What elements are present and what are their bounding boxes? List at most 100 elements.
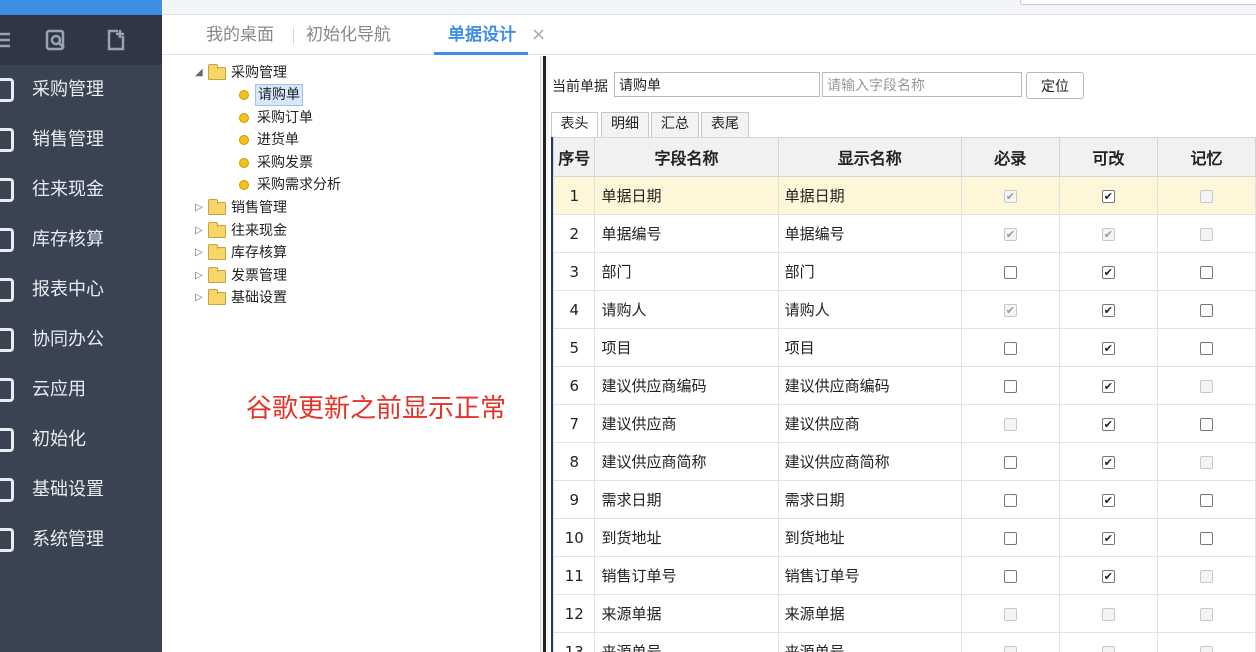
table-row[interactable]: 7 建议供应商 建议供应商 ✔: [553, 404, 1256, 443]
required-checkbox[interactable]: [1003, 341, 1017, 355]
editable-checkbox[interactable]: ✔: [1101, 379, 1115, 393]
editable-checkbox[interactable]: ✔: [1101, 531, 1115, 545]
editable-checkbox[interactable]: ✔: [1101, 303, 1115, 317]
field-name-cell[interactable]: 单据编号: [594, 214, 779, 253]
display-name-cell[interactable]: 请购人: [777, 290, 962, 329]
sidebar-item[interactable]: 报表中心: [0, 267, 162, 313]
required-checkbox[interactable]: [1003, 531, 1017, 545]
editable-checkbox[interactable]: ✔: [1101, 189, 1115, 203]
tab-desktop[interactable]: 我的桌面: [206, 15, 274, 55]
field-name-search-input[interactable]: [822, 72, 1022, 97]
table-row[interactable]: 2 单据编号 单据编号 ✔ ✔: [553, 214, 1256, 253]
required-checkbox[interactable]: [1003, 379, 1017, 393]
table-row[interactable]: 13 来源单号 来源单号: [553, 632, 1256, 652]
sidebar-item[interactable]: 协同办公: [0, 317, 162, 363]
search-doc-icon[interactable]: [44, 28, 68, 52]
display-name-cell[interactable]: 项目: [777, 328, 962, 367]
field-name-cell[interactable]: 需求日期: [594, 480, 779, 519]
field-name-cell[interactable]: 建议供应商: [594, 404, 779, 443]
field-name-cell[interactable]: 项目: [594, 328, 779, 367]
display-name-cell[interactable]: 建议供应商编码: [777, 366, 962, 405]
menu-icon[interactable]: [0, 28, 14, 52]
required-checkbox[interactable]: [1003, 265, 1017, 279]
col-header-editable[interactable]: 可改: [1058, 137, 1158, 177]
field-name-cell[interactable]: 部门: [594, 252, 779, 291]
collapsed-arrow-icon[interactable]: ▷: [195, 220, 205, 242]
field-name-cell[interactable]: 建议供应商编码: [594, 366, 779, 405]
subtab-header[interactable]: 表头: [551, 112, 598, 138]
col-header-display-name[interactable]: 显示名称: [777, 137, 962, 177]
tab-document-design[interactable]: 单据设计: [434, 15, 528, 55]
panel-splitter[interactable]: [540, 56, 549, 652]
required-checkbox[interactable]: [1003, 493, 1017, 507]
sidebar-item[interactable]: 云应用: [0, 367, 162, 413]
display-name-cell[interactable]: 建议供应商: [777, 404, 962, 443]
top-search-box[interactable]: [1020, 0, 1256, 5]
sidebar-item[interactable]: 基础设置: [0, 467, 162, 513]
editable-checkbox[interactable]: ✔: [1101, 265, 1115, 279]
col-header-required[interactable]: 必录: [960, 137, 1060, 177]
table-row[interactable]: 11 销售订单号 销售订单号 ✔: [553, 556, 1256, 595]
table-row[interactable]: 3 部门 部门 ✔: [553, 252, 1256, 291]
expand-arrow-icon[interactable]: ◢: [195, 62, 205, 84]
sidebar-item[interactable]: 采购管理: [0, 67, 162, 113]
collapsed-arrow-icon[interactable]: ▷: [195, 287, 205, 309]
field-name-cell[interactable]: 建议供应商简称: [594, 442, 779, 481]
table-row[interactable]: 5 项目 项目 ✔: [553, 328, 1256, 367]
display-name-cell[interactable]: 到货地址: [777, 518, 962, 557]
col-header-memory[interactable]: 记忆: [1156, 137, 1256, 177]
display-name-cell[interactable]: 单据编号: [777, 214, 962, 253]
field-name-cell[interactable]: 来源单号: [594, 632, 779, 652]
display-name-cell[interactable]: 建议供应商简称: [777, 442, 962, 481]
editable-checkbox[interactable]: ✔: [1101, 493, 1115, 507]
sidebar-item[interactable]: 库存核算: [0, 217, 162, 263]
tab-init-nav[interactable]: 初始化导航: [306, 15, 391, 55]
memory-checkbox[interactable]: [1199, 265, 1213, 279]
subtab-footer[interactable]: 表尾: [701, 112, 749, 137]
memory-checkbox[interactable]: [1199, 493, 1213, 507]
add-doc-icon[interactable]: [104, 28, 128, 52]
field-name-cell[interactable]: 销售订单号: [594, 556, 779, 595]
collapsed-arrow-icon[interactable]: ▷: [195, 242, 205, 264]
display-name-cell[interactable]: 来源单据: [777, 594, 962, 633]
sidebar-item[interactable]: 销售管理: [0, 117, 162, 163]
current-document-input[interactable]: [614, 72, 820, 97]
subtab-detail[interactable]: 明细: [601, 112, 649, 137]
editable-checkbox[interactable]: ✔: [1101, 569, 1115, 583]
table-row[interactable]: 10 到货地址 到货地址 ✔: [553, 518, 1256, 557]
display-name-cell[interactable]: 来源单号: [777, 632, 962, 652]
display-name-cell[interactable]: 销售订单号: [777, 556, 962, 595]
editable-checkbox[interactable]: ✔: [1101, 455, 1115, 469]
collapsed-arrow-icon[interactable]: ▷: [195, 265, 205, 287]
field-name-cell[interactable]: 单据日期: [594, 176, 779, 215]
required-checkbox[interactable]: [1003, 569, 1017, 583]
memory-checkbox[interactable]: [1199, 341, 1213, 355]
editable-checkbox[interactable]: ✔: [1101, 417, 1115, 431]
display-name-cell[interactable]: 需求日期: [777, 480, 962, 519]
memory-checkbox[interactable]: [1199, 303, 1213, 317]
editable-checkbox[interactable]: ✔: [1101, 341, 1115, 355]
display-name-cell[interactable]: 单据日期: [777, 176, 962, 215]
field-name-cell[interactable]: 来源单据: [594, 594, 779, 633]
col-header-seq[interactable]: 序号: [553, 137, 596, 177]
memory-checkbox[interactable]: [1199, 531, 1213, 545]
tab-close-icon[interactable]: ×: [531, 15, 546, 55]
required-checkbox[interactable]: [1003, 455, 1017, 469]
memory-checkbox[interactable]: [1199, 417, 1213, 431]
col-header-field-name[interactable]: 字段名称: [594, 137, 779, 177]
subtab-summary[interactable]: 汇总: [651, 112, 699, 137]
table-row[interactable]: 6 建议供应商编码 建议供应商编码 ✔: [553, 366, 1256, 405]
display-name-cell[interactable]: 部门: [777, 252, 962, 291]
collapsed-arrow-icon[interactable]: ▷: [195, 197, 205, 219]
field-name-cell[interactable]: 到货地址: [594, 518, 779, 557]
table-row[interactable]: 12 来源单据 来源单据: [553, 594, 1256, 633]
field-name-cell[interactable]: 请购人: [594, 290, 779, 329]
table-row[interactable]: 8 建议供应商简称 建议供应商简称 ✔: [553, 442, 1256, 481]
table-row[interactable]: 9 需求日期 需求日期 ✔: [553, 480, 1256, 519]
sidebar-item[interactable]: 初始化: [0, 417, 162, 463]
sidebar-item[interactable]: 往来现金: [0, 167, 162, 213]
locate-button[interactable]: 定位: [1026, 72, 1084, 99]
table-row[interactable]: 4 请购人 请购人 ✔ ✔: [553, 290, 1256, 329]
sidebar-item[interactable]: 系统管理: [0, 517, 162, 563]
table-row[interactable]: 1 单据日期 单据日期 ✔ ✔: [553, 176, 1256, 215]
